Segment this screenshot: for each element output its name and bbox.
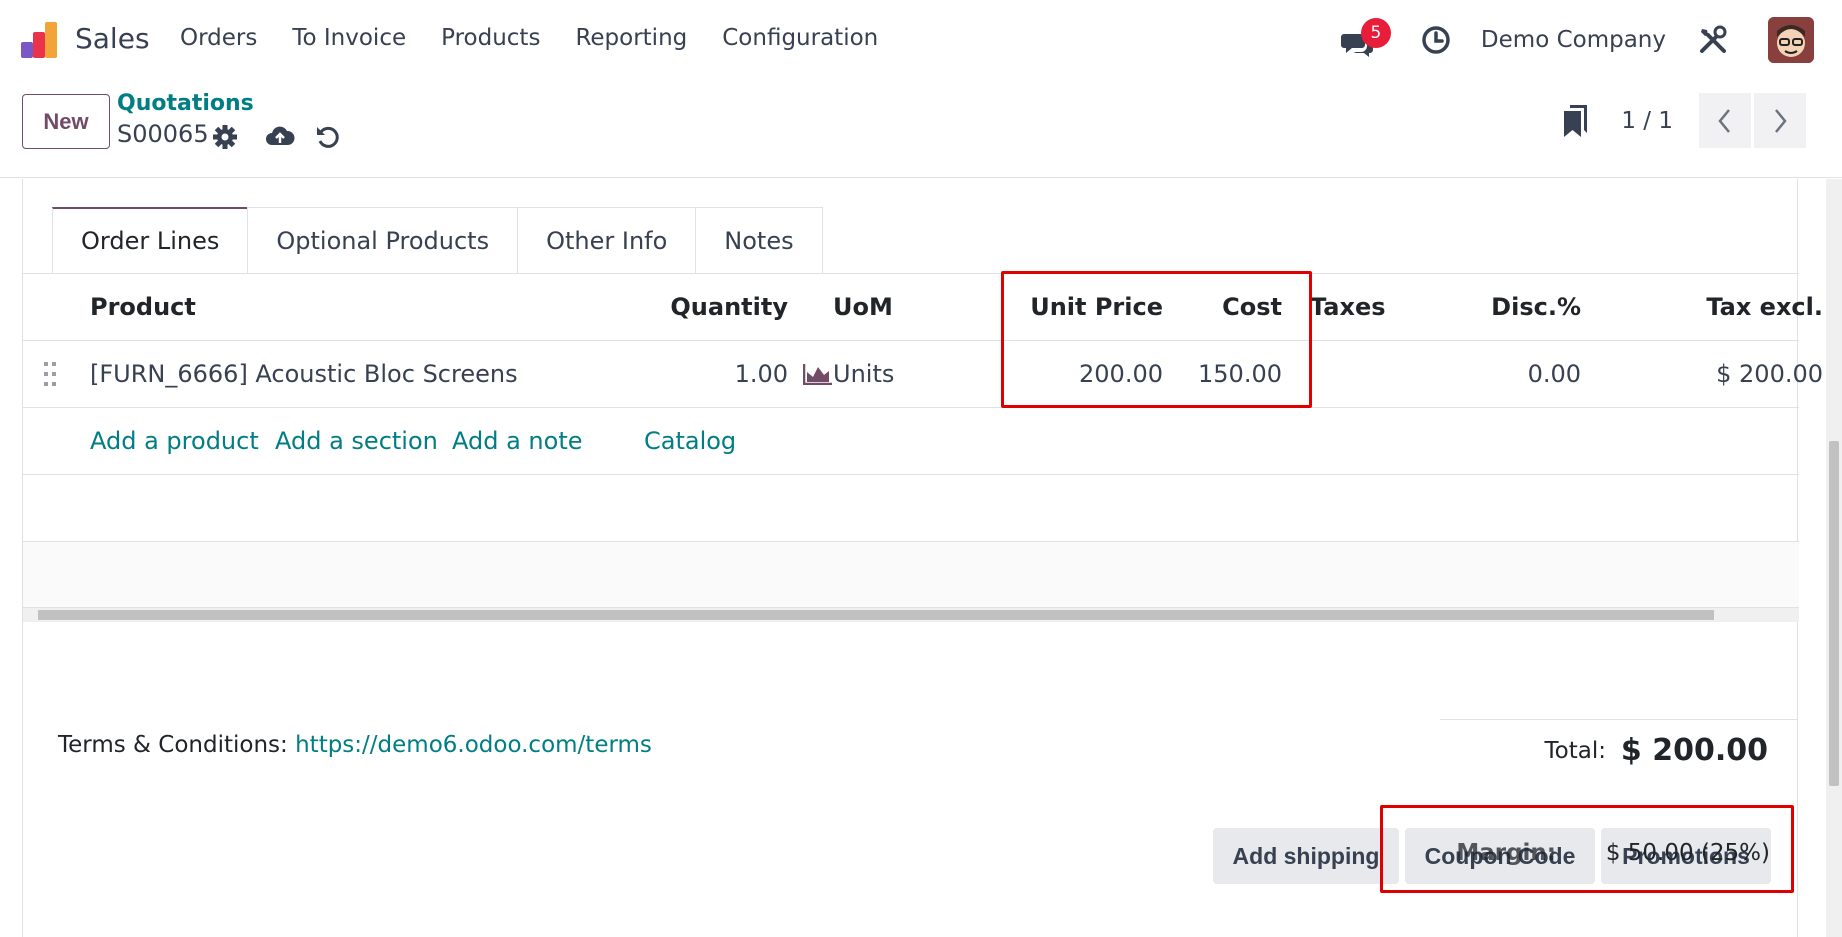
control-panel: New Quotations S00065 1 / 1 <box>0 78 1842 178</box>
margin-label: Margin: <box>1456 840 1556 866</box>
pager-value[interactable]: 1 / 1 <box>1621 108 1673 134</box>
record-name: S00065 <box>117 120 209 148</box>
col-uom[interactable]: UoM <box>833 274 893 341</box>
vertical-scrollbar[interactable] <box>1826 179 1842 937</box>
tab-optional-products[interactable]: Optional Products <box>247 207 519 273</box>
col-tax-excl[interactable]: Tax excl. <box>1643 274 1823 341</box>
main-menu: Orders To Invoice Products Reporting Con… <box>180 25 913 51</box>
add-section-link[interactable]: Add a section <box>275 408 438 474</box>
empty-row <box>23 542 1799 608</box>
terms-link[interactable]: https://demo6.odoo.com/terms <box>295 732 652 758</box>
debug-tools-icon[interactable] <box>1696 23 1730 57</box>
menu-orders[interactable]: Orders <box>180 25 257 51</box>
user-avatar[interactable] <box>1768 17 1814 63</box>
notebook-tabs: Order Lines Optional Products Other Info… <box>52 207 823 273</box>
breadcrumb-quotations[interactable]: Quotations <box>117 91 254 116</box>
navbar-systray: 5 Demo Company <box>1340 16 1814 64</box>
add-product-link[interactable]: Add a product <box>90 408 259 474</box>
sales-app-logo-icon[interactable] <box>20 20 60 60</box>
pager-next-button[interactable] <box>1754 93 1806 148</box>
col-product[interactable]: Product <box>90 274 196 341</box>
chat-count-badge: 5 <box>1360 18 1391 48</box>
cell-tax-excl: $ 200.00 <box>1716 360 1823 388</box>
form-sheet: Order Lines Optional Products Other Info… <box>22 179 1823 937</box>
terms-and-conditions: Terms & Conditions: https://demo6.odoo.c… <box>58 732 652 758</box>
col-unit-price[interactable]: Unit Price <box>1013 274 1163 341</box>
totals-divider <box>1440 719 1798 720</box>
user-avatar-icon <box>1768 17 1814 63</box>
table-header-row: Product Quantity UoM Unit Price Cost Tax… <box>23 273 1823 341</box>
top-navbar: Sales Orders To Invoice Products Reporti… <box>0 0 1842 78</box>
bookmark-icon[interactable] <box>1561 103 1591 139</box>
col-quantity[interactable]: Quantity <box>563 274 788 341</box>
chevron-left-icon <box>1718 108 1730 133</box>
cell-uom[interactable]: Units <box>833 341 894 407</box>
cell-quantity[interactable]: 1.00 <box>563 341 788 407</box>
add-shipping-button[interactable]: Add shipping <box>1213 828 1399 884</box>
company-switcher[interactable]: Demo Company <box>1481 27 1666 53</box>
menu-products[interactable]: Products <box>441 25 540 51</box>
col-taxes[interactable]: Taxes <box>1310 274 1386 341</box>
cloud-upload-icon[interactable] <box>265 122 295 152</box>
cell-cost[interactable]: 150.00 <box>1173 341 1282 407</box>
pager-previous-button[interactable] <box>1699 93 1751 148</box>
activity-clock-icon[interactable] <box>1419 23 1453 57</box>
new-button[interactable]: New <box>22 94 110 149</box>
col-cost[interactable]: Cost <box>1173 274 1282 341</box>
table-row[interactable]: [FURN_6666] Acoustic Bloc Screens 1.00 U… <box>23 341 1823 408</box>
catalog-link[interactable]: Catalog <box>644 408 736 474</box>
forecast-chart-icon[interactable] <box>803 363 833 385</box>
cell-unit-price[interactable]: 200.00 <box>1013 341 1163 407</box>
app-name[interactable]: Sales <box>75 22 150 55</box>
empty-row <box>23 475 1799 542</box>
tab-other-info[interactable]: Other Info <box>517 207 697 273</box>
total-value: $ 200.00 <box>1620 733 1768 768</box>
vertical-scrollbar-thumb[interactable] <box>1829 441 1839 786</box>
tab-order-lines[interactable]: Order Lines <box>52 207 249 273</box>
margin-value: $ 50.00 (25%) <box>1605 840 1770 866</box>
menu-to-invoice[interactable]: To Invoice <box>292 25 406 51</box>
terms-label: Terms & Conditions: <box>58 732 288 758</box>
tab-notes[interactable]: Notes <box>695 207 823 273</box>
discard-undo-icon[interactable] <box>313 122 343 152</box>
total-label: Total: <box>1544 738 1606 764</box>
gear-icon[interactable] <box>210 122 240 152</box>
horizontal-scrollbar-thumb[interactable] <box>38 610 1714 620</box>
add-note-link[interactable]: Add a note <box>452 408 583 474</box>
horizontal-scrollbar[interactable] <box>23 608 1799 622</box>
drag-handle-icon[interactable] <box>43 361 57 387</box>
chevron-right-icon <box>1775 108 1787 133</box>
col-discount[interactable]: Disc.% <box>1463 274 1581 341</box>
menu-configuration[interactable]: Configuration <box>722 25 878 51</box>
cell-discount[interactable]: 0.00 <box>1463 341 1581 407</box>
pager: 1 / 1 <box>1561 93 1806 148</box>
menu-reporting[interactable]: Reporting <box>575 25 687 51</box>
cell-product[interactable]: [FURN_6666] Acoustic Bloc Screens <box>90 341 518 407</box>
messaging-menu[interactable]: 5 <box>1340 18 1391 60</box>
add-line-row: Add a product Add a section Add a note C… <box>23 408 1799 475</box>
